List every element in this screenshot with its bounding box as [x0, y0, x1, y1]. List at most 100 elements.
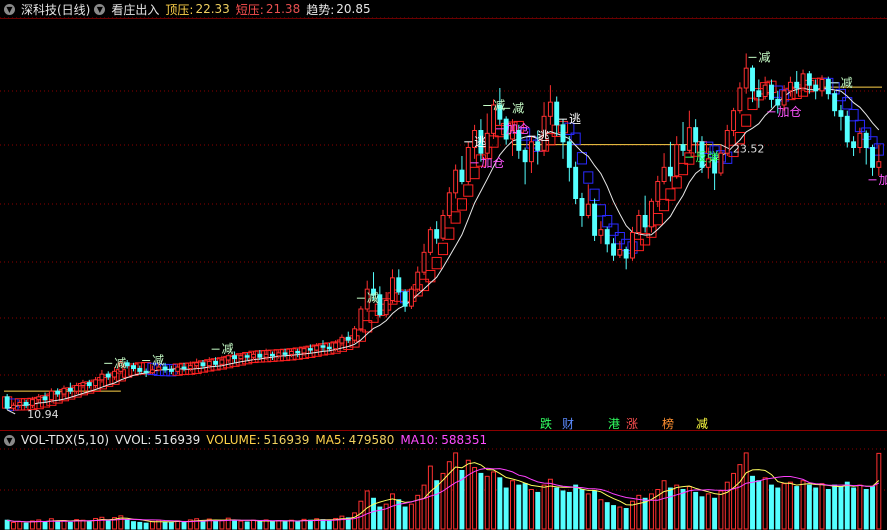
volume-bar — [528, 489, 534, 530]
volume-bar — [17, 521, 23, 530]
volume-bar — [358, 500, 364, 530]
volume-bar — [23, 522, 29, 530]
volume-bar — [276, 520, 282, 530]
volume-bar — [168, 522, 174, 530]
volume-bar — [832, 484, 838, 530]
volume-bar — [484, 475, 490, 530]
volume-bar — [781, 483, 787, 530]
volume-bar — [667, 487, 673, 530]
volume-bar — [4, 519, 10, 530]
volume-bar — [573, 484, 579, 530]
volume-bar — [213, 520, 219, 530]
volume-bar — [617, 506, 623, 530]
volume-bar — [787, 481, 793, 530]
volume-bar — [251, 519, 256, 530]
volume-bar — [244, 521, 250, 530]
volume-bar — [661, 480, 667, 530]
volume-bar — [326, 520, 332, 530]
volume-bar — [611, 505, 617, 530]
volume-bar — [674, 484, 680, 530]
volume-bar — [838, 486, 844, 530]
volume-bar — [55, 520, 61, 530]
volume-bar — [352, 512, 358, 530]
volume-bar — [421, 484, 427, 530]
volume-bar — [80, 519, 86, 530]
volume-bar — [876, 452, 882, 530]
volume-bar — [604, 502, 610, 530]
volume-bar — [712, 497, 718, 530]
volume-bar — [863, 489, 869, 530]
volume-bar — [137, 521, 143, 530]
volume-bar — [427, 465, 433, 530]
volume-bar — [737, 464, 743, 530]
volume-bar — [465, 459, 471, 530]
volume-bar — [143, 522, 149, 530]
volume-bar — [699, 496, 705, 530]
volume-bar — [11, 521, 16, 530]
volume-bar — [181, 521, 187, 530]
volume-bar — [541, 484, 547, 530]
volume-bar — [592, 490, 598, 530]
volume-bar — [535, 491, 541, 530]
volume-bar — [813, 487, 819, 530]
volume-bar — [232, 520, 238, 530]
volume-bar — [800, 480, 806, 530]
volume-bar — [566, 491, 572, 530]
volume-bar — [819, 483, 825, 530]
volume-bar — [282, 520, 288, 530]
volume-bar — [402, 506, 408, 530]
volume-bar — [731, 472, 737, 530]
volume-bar — [851, 487, 857, 530]
volume-bar — [48, 518, 54, 530]
volume-bar — [472, 467, 478, 530]
volume-bar — [636, 494, 642, 530]
volume-bar — [560, 490, 566, 530]
volume-bar — [870, 486, 875, 530]
volume-bar — [491, 471, 496, 530]
volume-bar — [806, 484, 812, 530]
volume-bar — [371, 497, 376, 530]
volume-bar — [762, 477, 768, 530]
volume-bar — [67, 521, 73, 530]
volume-bar — [42, 521, 48, 530]
volume-bar — [857, 484, 863, 530]
volume-bar — [478, 472, 484, 530]
volume-bar — [718, 490, 724, 530]
volume-bar — [693, 491, 699, 530]
volume-bar — [175, 520, 181, 530]
volume-bar — [775, 487, 781, 530]
volume-bar — [219, 519, 225, 530]
volume-bar — [743, 452, 749, 530]
volume-bar — [149, 520, 155, 530]
volume-bar — [295, 520, 301, 530]
volume-bar — [453, 452, 459, 530]
volume-bar — [623, 508, 629, 530]
volume-bar — [756, 480, 762, 530]
volume-bar — [554, 487, 560, 530]
volume-bar — [364, 490, 370, 530]
volume-chart[interactable] — [0, 0, 887, 530]
volume-bar — [686, 486, 692, 530]
volume-bar — [339, 515, 345, 530]
volume-bar — [86, 521, 92, 530]
volume-bar — [105, 520, 111, 530]
volume-bar — [769, 484, 774, 530]
volume-bar — [585, 493, 591, 530]
volume-bar — [408, 503, 414, 530]
volume-bar — [269, 521, 275, 530]
volume-bar — [510, 480, 515, 530]
volume-bar — [320, 519, 326, 530]
volume-bar — [579, 489, 585, 530]
volume-bar — [307, 519, 313, 530]
volume-bar — [200, 520, 206, 530]
volume-bar — [162, 521, 168, 530]
volume-bar — [516, 484, 522, 530]
volume-bar — [61, 520, 67, 530]
volume-bar — [257, 520, 263, 530]
volume-bar — [750, 475, 755, 530]
volume-bar — [522, 483, 528, 530]
volume-bar — [844, 481, 850, 530]
volume-bar — [497, 477, 503, 530]
volume-bar — [598, 499, 604, 530]
volume-bar — [724, 481, 730, 530]
